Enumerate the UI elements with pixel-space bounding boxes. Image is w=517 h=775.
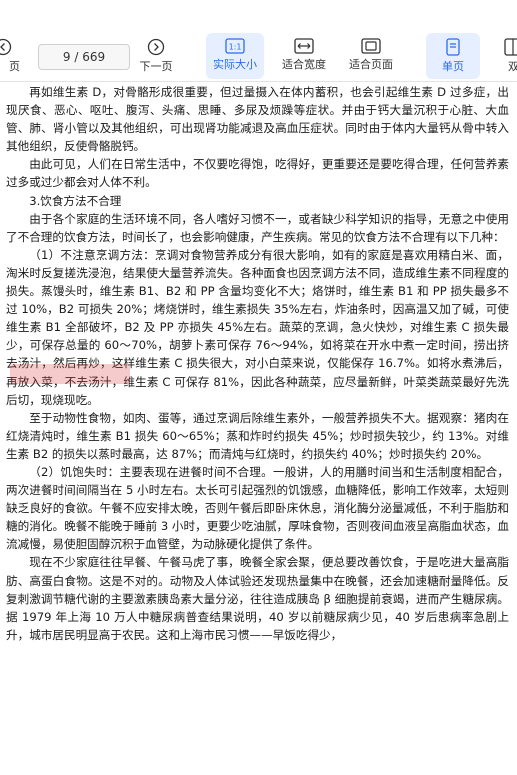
paragraph: （2）饥饱失时：主要表现在进餐时间不合理。一般讲，人的用膳时间当和生活制度相配合…	[6, 464, 509, 552]
fit-width-label: 适合宽度	[282, 58, 326, 71]
section-heading: 3.饮食方法不合理	[29, 193, 122, 208]
paragraph: 由此可见，人们在日常生活中，不仅要吃得饱，吃得好，更重要还是要吃得合理，任何营养…	[6, 157, 509, 190]
paragraph: 再如维生素 D，对骨骼形成很重要，但过量摄入在体内蓄积，也会引起维生素 D 过多…	[6, 85, 509, 154]
chevron-left-icon	[0, 38, 12, 56]
paragraph: 至于动物性食物，如肉、蛋等，通过烹调后除维生素外，一般营养损失不大。据观察：猪肉…	[6, 410, 509, 461]
double-page-label: 双	[508, 60, 517, 73]
single-page-button[interactable]: 单页	[426, 33, 480, 79]
actual-size-label: 实际大小	[213, 58, 257, 71]
paragraph: （1）不注意烹调方法：烹调对食物营养成分有很大影响，如有的家庭是喜欢用精白米、面…	[6, 247, 509, 407]
paragraph: 现在不少家庭往往早餐、午餐马虎了事，晚餐全家会聚，便总要改善饮食，于是吃进大量高…	[6, 555, 509, 642]
viewer-toolbar: 页 9 / 669 下一页 1:1 实际大小 适合宽度 适合页面 单页 双	[0, 0, 517, 82]
prev-page-button[interactable]: 页	[0, 38, 20, 78]
actual-size-button[interactable]: 1:1 实际大小	[206, 33, 264, 79]
fit-page-button[interactable]: 适合页面	[342, 38, 400, 78]
double-page-icon	[504, 38, 517, 56]
page-number-input[interactable]: 9 / 669	[38, 44, 130, 70]
page-indicator: 9 / 669	[62, 50, 106, 64]
fit-width-icon	[294, 38, 314, 54]
actual-size-icon: 1:1	[225, 38, 245, 54]
fit-page-label: 适合页面	[349, 58, 393, 71]
next-page-button[interactable]: 下一页	[134, 38, 178, 78]
fit-page-icon	[361, 38, 381, 54]
prev-page-label: 页	[9, 60, 20, 73]
svg-text:1:1: 1:1	[229, 43, 242, 52]
document-page: 再如维生素 D，对骨骼形成很重要，但过量摄入在体内蓄积，也会引起维生素 D 过多…	[0, 83, 517, 775]
fit-width-button[interactable]: 适合宽度	[276, 38, 332, 78]
paragraph: 由于各个家庭的生活环境不同，各人嗜好习惯不一，或者缺少科学知识的指导，无意之中使…	[6, 211, 509, 244]
next-page-label: 下一页	[139, 60, 173, 73]
double-page-button[interactable]: 双	[500, 38, 517, 78]
single-page-icon	[446, 38, 460, 56]
single-page-label: 单页	[442, 60, 464, 73]
chevron-right-icon	[147, 38, 165, 56]
